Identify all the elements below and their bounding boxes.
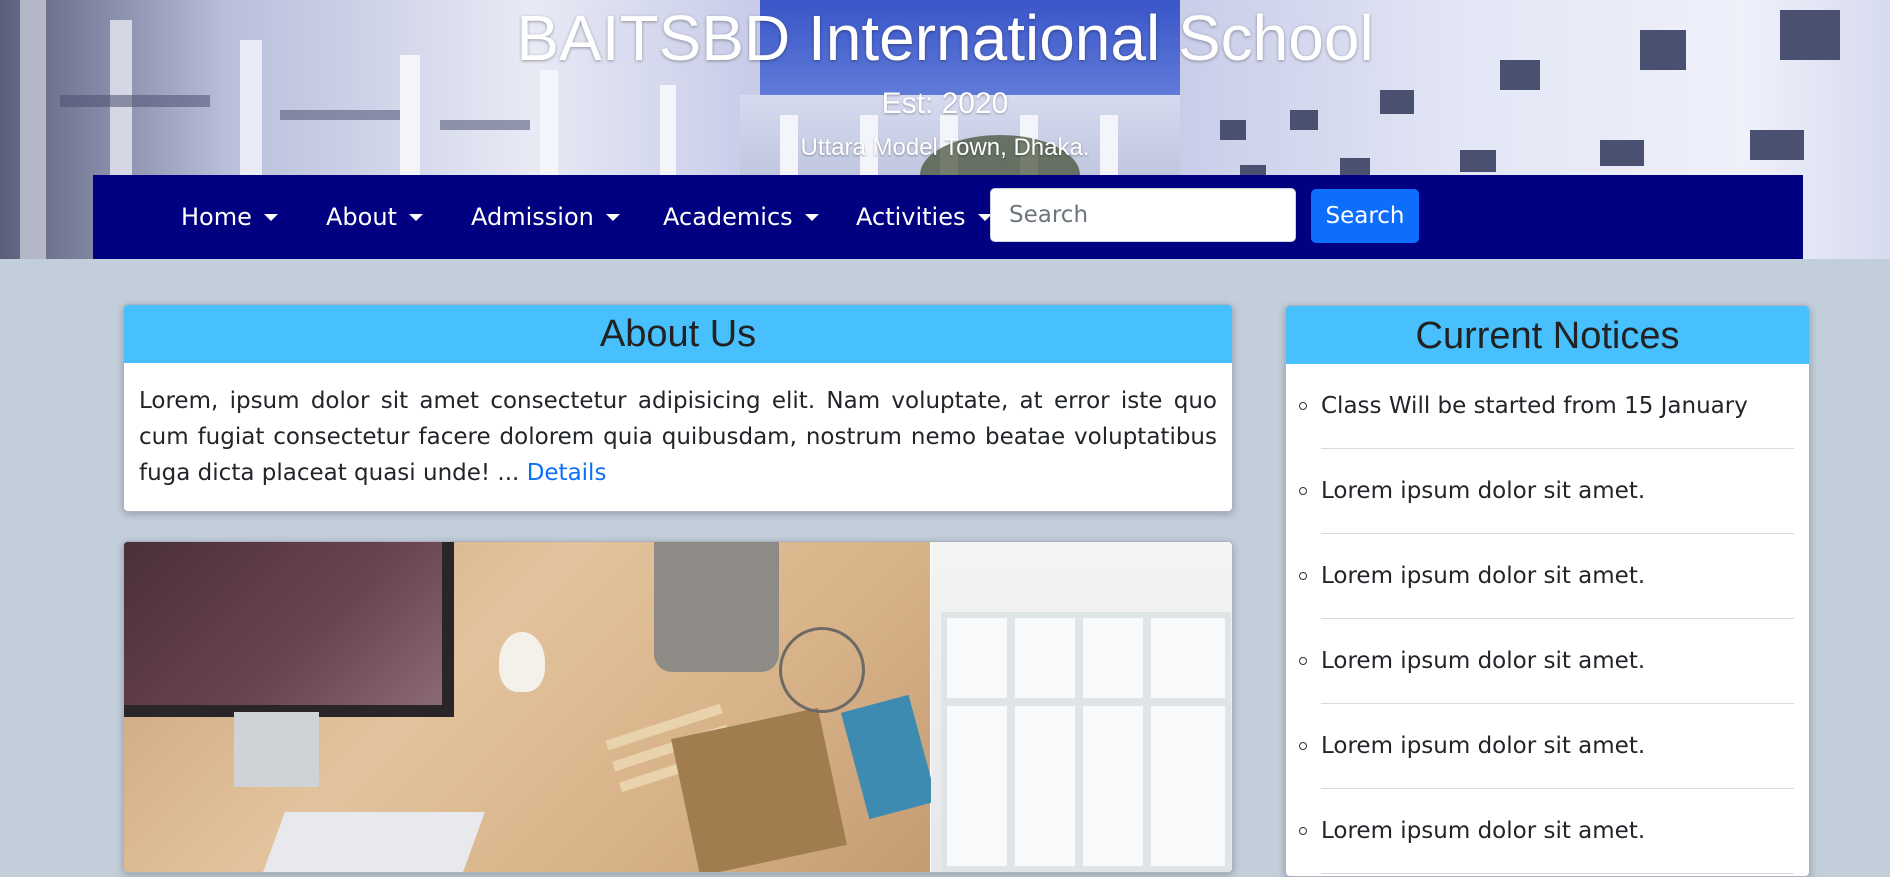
desk-photo xyxy=(124,542,938,872)
notice-bullet-icon xyxy=(1299,657,1307,665)
nav-admission-dropdown[interactable]: Admission xyxy=(471,175,620,259)
established-year: Est: 2020 xyxy=(881,87,1009,120)
notice-bullet-icon xyxy=(1299,487,1307,495)
notice-text: Class Will be started from 15 January xyxy=(1321,393,1748,419)
nav-about-label: About xyxy=(326,203,397,231)
photo-monitor xyxy=(124,542,454,717)
about-card: About Us Lorem, ipsum dolor sit amet con… xyxy=(123,304,1233,512)
nav-admission-label: Admission xyxy=(471,203,594,231)
nav-academics-dropdown[interactable]: Academics xyxy=(663,175,819,259)
notice-text: Lorem ipsum dolor sit amet. xyxy=(1321,478,1646,504)
about-body: Lorem, ipsum dolor sit amet consectetur … xyxy=(124,363,1232,491)
notice-text: Lorem ipsum dolor sit amet. xyxy=(1321,818,1646,844)
notice-item: Lorem ipsum dolor sit amet. xyxy=(1299,789,1794,874)
notice-item: Lorem ipsum dolor sit amet. xyxy=(1299,619,1794,704)
notice-bullet-icon xyxy=(1299,572,1307,580)
dropdown-caret-icon xyxy=(408,213,423,221)
nav-activities-dropdown[interactable]: Activities xyxy=(856,175,992,259)
dropdown-caret-icon xyxy=(263,213,278,221)
notice-text: Lorem ipsum dolor sit amet. xyxy=(1321,563,1646,589)
notice-item: Lorem ipsum dolor sit amet. xyxy=(1299,534,1794,619)
notice-item: Lorem ipsum dolor sit amet. xyxy=(1299,449,1794,534)
notice-bullet-icon xyxy=(1299,742,1307,750)
window-photo xyxy=(931,542,1232,872)
details-link[interactable]: Details xyxy=(527,460,607,486)
nav-activities-label: Activities xyxy=(856,203,966,231)
school-address: Uttara Model Town, Dhaka. xyxy=(800,134,1090,161)
search-button[interactable]: Search xyxy=(1311,189,1419,243)
nav-about-dropdown[interactable]: About xyxy=(326,175,423,259)
search-input[interactable] xyxy=(990,188,1296,242)
notice-bullet-icon xyxy=(1299,827,1307,835)
notice-text: Lorem ipsum dolor sit amet. xyxy=(1321,648,1646,674)
main-navbar: Home About Admission Academics Activitie… xyxy=(93,175,1803,259)
nav-academics-label: Academics xyxy=(663,203,793,231)
notice-item: Lorem ipsum dolor sit amet. xyxy=(1299,704,1794,789)
nav-home-dropdown[interactable]: Home xyxy=(181,175,278,259)
notices-heading: Current Notices xyxy=(1286,306,1809,364)
about-text: Lorem, ipsum dolor sit amet consectetur … xyxy=(139,388,1217,486)
nav-home-label: Home xyxy=(181,203,252,231)
school-title: BAITSBD International School xyxy=(516,2,1374,74)
notices-card: Current Notices Class Will be started fr… xyxy=(1285,305,1810,877)
image-carousel-card xyxy=(123,541,1233,873)
dropdown-caret-icon xyxy=(605,213,620,221)
notice-bullet-icon xyxy=(1299,402,1307,410)
notice-item: Class Will be started from 15 January xyxy=(1299,364,1794,449)
about-heading: About Us xyxy=(124,305,1232,363)
notice-text: Lorem ipsum dolor sit amet. xyxy=(1321,733,1646,759)
notices-list: Class Will be started from 15 January Lo… xyxy=(1286,364,1809,874)
dropdown-caret-icon xyxy=(804,213,819,221)
